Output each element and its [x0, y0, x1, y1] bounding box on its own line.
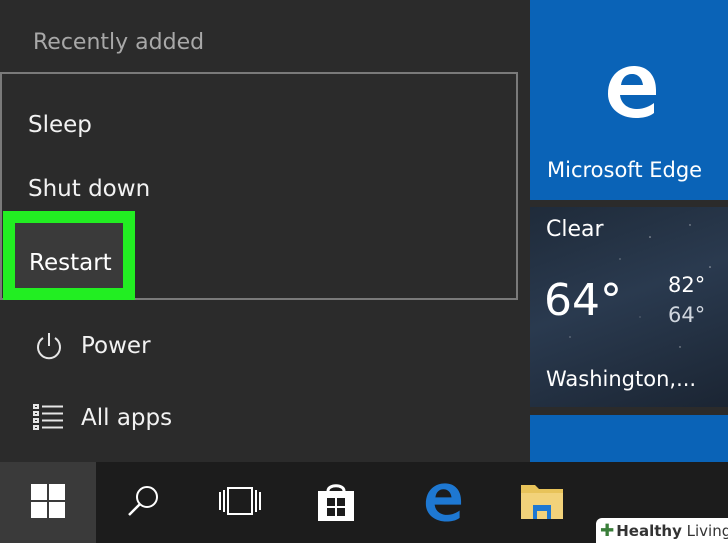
- windows-start-icon: [31, 483, 65, 522]
- shut-down-option[interactable]: Shut down: [28, 176, 150, 202]
- plus-cross-icon: ✚: [600, 520, 615, 541]
- edge-icon: [420, 479, 464, 527]
- weather-low-temp: 64°: [668, 303, 706, 327]
- power-options-menu: Sleep Shut down Restart: [0, 72, 518, 300]
- live-tiles-area: Microsoft Edge Clear 64° 82° 64° Washing…: [530, 0, 728, 462]
- power-icon: [33, 330, 65, 362]
- power-button[interactable]: Power: [33, 330, 151, 362]
- task-view-button[interactable]: [192, 462, 288, 543]
- all-apps-label: All apps: [81, 405, 173, 431]
- watermark-brand-bold: Healthy: [616, 521, 682, 540]
- healthy-living-watermark: ✚ Healthy Living: [596, 518, 728, 543]
- edge-taskbar-button[interactable]: [394, 462, 490, 543]
- file-explorer-icon: [519, 481, 565, 525]
- search-icon: [126, 483, 162, 523]
- sleep-option[interactable]: Sleep: [28, 112, 92, 138]
- all-apps-button[interactable]: All apps: [33, 402, 172, 434]
- start-button[interactable]: [0, 462, 96, 543]
- microsoft-edge-tile[interactable]: Microsoft Edge: [530, 0, 728, 200]
- search-button[interactable]: [96, 462, 192, 543]
- task-view-icon: [218, 485, 262, 521]
- restart-option[interactable]: Restart: [29, 250, 112, 276]
- power-label: Power: [81, 333, 151, 359]
- partial-tile[interactable]: [530, 415, 728, 462]
- weather-high-temp: 82°: [668, 273, 706, 297]
- watermark-brand-rest: Living: [681, 521, 728, 540]
- edge-logo-icon: [600, 60, 660, 120]
- store-icon: [314, 479, 358, 527]
- restart-highlight-box[interactable]: Restart: [3, 211, 135, 300]
- file-explorer-button[interactable]: [494, 462, 590, 543]
- edge-tile-label: Microsoft Edge: [547, 158, 703, 182]
- recently-added-heading: Recently added: [33, 30, 205, 55]
- weather-condition: Clear: [546, 217, 604, 242]
- store-button[interactable]: [288, 462, 384, 543]
- weather-current-temp: 64°: [544, 275, 622, 326]
- weather-tile[interactable]: Clear 64° 82° 64° Washington,...: [530, 207, 728, 407]
- list-icon: [33, 402, 65, 434]
- start-menu-panel: Recently added Sleep Shut down Restart P…: [0, 0, 530, 462]
- weather-city: Washington,...: [546, 367, 697, 391]
